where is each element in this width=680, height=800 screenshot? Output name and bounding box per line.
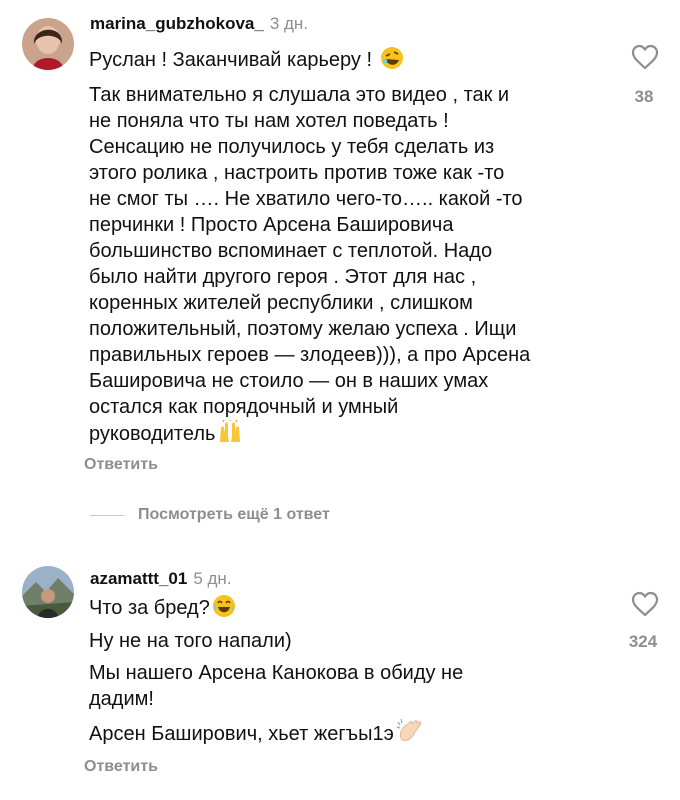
comment-text-line: дадим! — [89, 688, 154, 710]
comment-text-line: Мы нашего Арсена Канокова в обиду не — [89, 662, 464, 684]
comment-text-line: большинство вспоминает с теплотой. Надо — [89, 240, 493, 262]
comment-text-line: этого ролика , настроить против тоже как… — [89, 162, 505, 184]
comment-text-line: правильных героев — злодеев))), а про Ар… — [89, 344, 531, 366]
like-count: 38 — [634, 87, 654, 106]
joy-emoji — [212, 594, 236, 626]
comment-meta: azamattt_01 5 дн. — [90, 569, 232, 589]
comment-text-line: было найти другого героя . Этот для нас … — [89, 266, 477, 288]
rofl-emoji — [380, 46, 404, 78]
raised-hands-emoji — [217, 419, 243, 452]
comment-text-line: положительный, поэтому желаю успеха . Ищ… — [89, 318, 517, 340]
comment-text-line: Так внимательно я слушала это видео , та… — [89, 84, 510, 106]
like-count: 324 — [628, 632, 658, 651]
comment-meta: marina_gubzhokova_ 3 дн. — [90, 14, 308, 34]
comment-text-line: не смог ты …. Не хватило чего-то….. како… — [89, 188, 523, 210]
comment-text-line: Сенсацию не получилось у тебя сделать из — [89, 136, 495, 158]
comment-text-line: Ну не на того напали) — [89, 630, 292, 652]
username[interactable]: marina_gubzhokova_ — [90, 14, 264, 33]
reply-button[interactable]: Ответить — [84, 455, 158, 475]
comment-text-line: перчинки ! Просто Арсена Башировича — [89, 214, 454, 236]
username[interactable]: azamattt_01 — [90, 569, 187, 588]
timestamp: 5 дн. — [193, 569, 232, 588]
reply-button[interactable]: Ответить — [84, 757, 158, 777]
view-replies-button[interactable]: Посмотреть ещё 1 ответ — [90, 505, 330, 525]
like-button[interactable] — [631, 44, 659, 70]
heart-outline-icon — [631, 44, 659, 70]
comment-text-line: Что за бред? — [89, 594, 236, 626]
avatar[interactable] — [22, 18, 74, 70]
view-replies-label: Посмотреть ещё 1 ответ — [138, 506, 330, 523]
divider — [90, 514, 124, 516]
clapping-hands-emoji — [396, 718, 424, 752]
comment-text-line: остался как порядочный и умный — [89, 396, 399, 418]
heart-outline-icon — [631, 591, 659, 617]
comment-text-line: коренных жителей республики , слишком — [89, 292, 473, 314]
comment-text-line: Башировича не стоило — он в наших умах — [89, 370, 489, 392]
comment-text-line: руководитель — [89, 419, 243, 452]
timestamp: 3 дн. — [269, 14, 309, 33]
like-button[interactable] — [631, 591, 659, 617]
comment-text-line: Руслан ! Заканчивай карьеру ! — [89, 46, 404, 78]
comment-text-line: Арсен Баширович, хьет жегъы1э — [89, 718, 424, 752]
comment-text-line: не поняла что ты нам хотел поведать ! — [89, 110, 449, 132]
avatar[interactable] — [22, 566, 74, 618]
